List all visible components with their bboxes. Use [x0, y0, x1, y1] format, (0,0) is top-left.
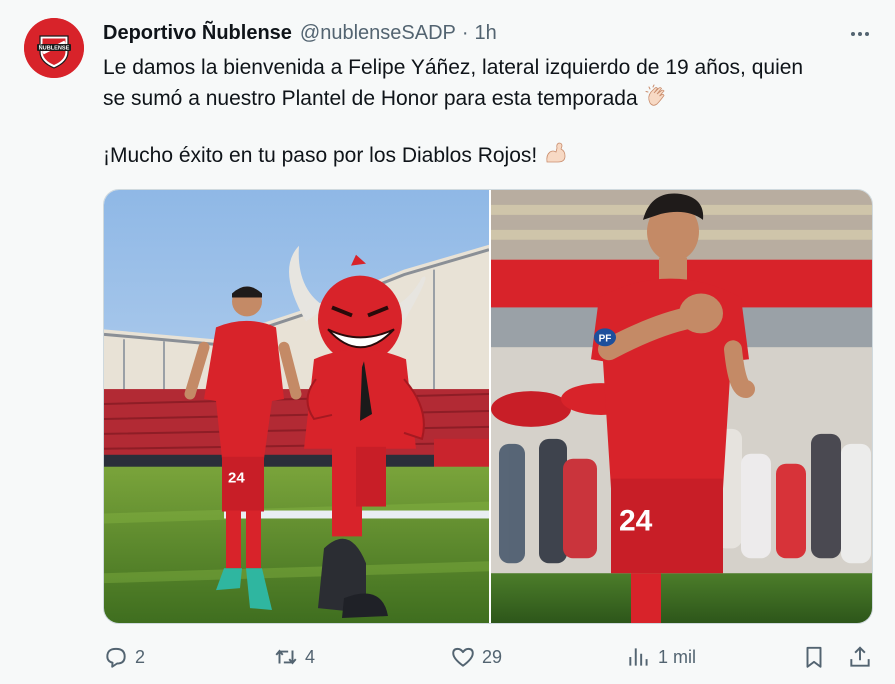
- tweet-line-1: Le damos la bienvenida a Felipe Yáñez, l…: [103, 56, 804, 79]
- avatar[interactable]: ÑUBLENSE: [24, 18, 84, 78]
- flexed-biceps-icon: [546, 142, 566, 163]
- photo2-sponsor-badge: PF: [599, 333, 612, 344]
- photo-player-with-mascot[interactable]: 24: [104, 190, 489, 623]
- photo-player-portrait[interactable]: PF 24: [491, 190, 872, 623]
- tweet-line-2-text: se sumó a nuestro Plantel de Honor para …: [103, 87, 638, 110]
- more-icon: [851, 32, 869, 36]
- reply-icon: [106, 647, 126, 668]
- bookmark-icon: [806, 646, 822, 668]
- views-icon: [629, 648, 648, 666]
- bookmark-button[interactable]: [801, 640, 827, 674]
- reply-button[interactable]: 2: [103, 640, 145, 674]
- tweet-header: Deportivo Ñublense @nublenseSADP · 1h: [103, 20, 497, 46]
- repost-icon: [275, 649, 297, 665]
- share-icon: [850, 646, 870, 667]
- photo2-jersey-number: 24: [619, 504, 653, 537]
- like-button[interactable]: 29: [450, 640, 502, 674]
- tweet-card[interactable]: ÑUBLENSE Deportivo Ñublense @nublenseSAD…: [0, 0, 895, 684]
- account-handle[interactable]: @nublenseSADP: [300, 20, 456, 46]
- reply-count: 2: [135, 646, 146, 667]
- tweet-line-2: se sumó a nuestro Plantel de Honor para …: [103, 83, 873, 114]
- repost-count: 4: [305, 646, 316, 667]
- like-count: 29: [482, 646, 503, 667]
- photo-2-image: PF 24: [491, 190, 872, 623]
- photo-1-image: 24: [104, 190, 489, 623]
- share-button[interactable]: [847, 640, 873, 674]
- views-count: 1 mil: [658, 646, 697, 667]
- club-crest-logo: ÑUBLENSE: [24, 18, 84, 78]
- timestamp[interactable]: 1h: [475, 20, 497, 46]
- photo1-jersey-number: 24: [228, 470, 245, 487]
- tweet-text: Le damos la bienvenida a Felipe Yáñez, l…: [103, 52, 873, 171]
- clapping-hands-icon: [645, 84, 665, 106]
- like-icon: [452, 647, 474, 667]
- action-bar: 2 4 29 1 mil: [103, 640, 873, 674]
- tweet-line-3-text: ¡Mucho éxito en tu paso por los Diablos …: [103, 144, 538, 167]
- separator-dot: ·: [461, 22, 469, 44]
- more-options-button[interactable]: [848, 22, 872, 46]
- views-button[interactable]: 1 mil: [626, 640, 696, 674]
- crest-text: ÑUBLENSE: [39, 45, 70, 52]
- media-grid[interactable]: 24 PF 24: [103, 189, 873, 624]
- repost-button[interactable]: 4: [273, 640, 315, 674]
- tweet-line-3: ¡Mucho éxito en tu paso por los Diablos …: [103, 140, 873, 171]
- account-name[interactable]: Deportivo Ñublense: [103, 20, 292, 46]
